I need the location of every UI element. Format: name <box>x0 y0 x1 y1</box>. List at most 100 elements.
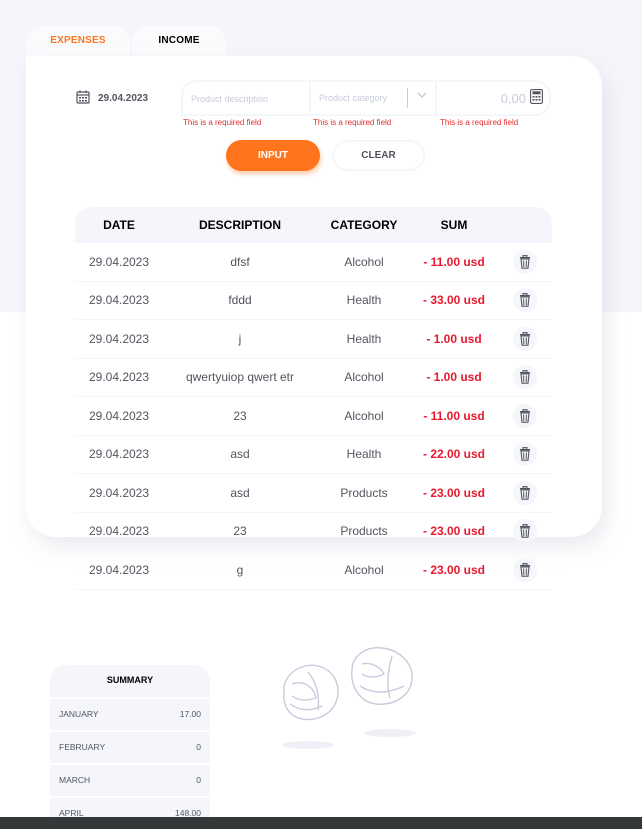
chevron-down-icon[interactable] <box>417 90 427 103</box>
cell-category: Health <box>346 293 382 308</box>
cell-sum: - 11.00 usd <box>423 254 485 269</box>
table-row: 29.04.2023 asd Products - 23.00 usd <box>75 474 552 513</box>
trash-icon[interactable] <box>513 519 537 544</box>
description-input[interactable]: Product description <box>183 82 311 114</box>
cell-category: Health <box>346 447 382 462</box>
table-row: 29.04.2023 g Alcohol - 23.00 usd <box>75 551 552 590</box>
summary-month: FEBRUARY <box>59 741 106 752</box>
clear-button[interactable]: CLEAR <box>332 140 425 171</box>
cell-date: 29.04.2023 <box>88 331 150 346</box>
cell-sum: - 11.00 usd <box>423 408 485 423</box>
table-row: 29.04.2023 fddd Health - 33.00 usd <box>75 282 552 320</box>
summary-value: 0 <box>196 741 201 752</box>
cell-date: 29.04.2023 <box>88 447 150 462</box>
cell-date: 29.04.2023 <box>88 485 150 500</box>
cell-sum: - 33.00 usd <box>422 293 486 308</box>
summary-value: 0 <box>196 774 201 785</box>
table-row: 29.04.2023 23 Products - 23.00 usd <box>75 513 552 551</box>
cell-actions <box>499 326 551 351</box>
trash-icon[interactable] <box>513 480 537 505</box>
cell-description: qwertyuiop qwert etr <box>185 370 295 385</box>
description-error: This is a required field <box>183 118 262 127</box>
header-sum: SUM <box>440 218 468 232</box>
summary-panel: SUMMARY JANUARY 17.00 FEBRUARY 0 MARCH 0 AP… <box>50 665 210 829</box>
cell-actions <box>499 557 551 582</box>
header-category: CATEGORY <box>330 218 398 232</box>
date-value: 29.04.2023 <box>98 93 149 104</box>
cell-description: 23 <box>233 524 247 539</box>
cell-actions <box>499 288 551 313</box>
sum-error: This is a required field <box>440 118 519 127</box>
cell-actions <box>499 365 551 390</box>
summary-month: MARCH <box>59 774 91 785</box>
cell-actions <box>499 442 551 467</box>
cell-actions <box>499 480 551 505</box>
cell-category: Products <box>340 485 388 500</box>
cell-date: 29.04.2023 <box>88 408 150 423</box>
category-placeholder: Product category <box>319 93 388 103</box>
cell-description: 23 <box>233 408 247 423</box>
category-divider <box>407 88 408 108</box>
cell-actions <box>499 403 551 428</box>
cell-date: 29.04.2023 <box>88 524 150 539</box>
cabbage-illustration <box>272 640 422 755</box>
cell-date: 29.04.2023 <box>88 293 150 308</box>
cell-description: j <box>238 331 242 346</box>
tab-expenses[interactable]: EXPENSES <box>26 26 130 60</box>
category-error: This is a required field <box>313 118 392 127</box>
cell-sum: - 1.00 usd <box>426 370 482 385</box>
cell-description: dfsf <box>230 254 250 269</box>
cell-category: Products <box>340 524 388 539</box>
taskbar <box>0 817 642 829</box>
tab-income[interactable]: INCOME <box>132 26 226 60</box>
cell-description: asd <box>230 447 250 462</box>
cell-category: Alcohol <box>344 370 384 385</box>
summary-month: JANUARY <box>59 708 99 719</box>
summary-row: JANUARY 17.00 <box>50 697 210 728</box>
sum-input[interactable]: 0,00 <box>437 82 549 114</box>
table-row: 29.04.2023 23 Alcohol - 11.00 usd <box>75 397 552 436</box>
cell-category: Health <box>346 331 382 346</box>
trash-icon[interactable] <box>513 288 537 313</box>
cell-date: 29.04.2023 <box>88 370 150 385</box>
sum-placeholder: 0,00 <box>500 90 526 106</box>
cell-date: 29.04.2023 <box>88 254 150 269</box>
cell-category: Alcohol <box>344 562 384 577</box>
calculator-icon[interactable] <box>530 89 543 107</box>
expense-form: Product description Product category 0,0… <box>181 80 551 116</box>
input-button[interactable]: INPUT <box>226 140 320 171</box>
cell-category: Alcohol <box>344 254 384 269</box>
trash-icon[interactable] <box>513 403 537 428</box>
cell-description: asd <box>230 485 250 500</box>
cell-category: Alcohol <box>344 408 384 423</box>
trash-icon[interactable] <box>513 249 537 274</box>
cell-sum: - 23.00 usd <box>422 562 486 577</box>
header-description: DESCRIPTION <box>198 218 281 232</box>
summary-value: 148.00 <box>175 807 201 818</box>
trash-icon[interactable] <box>513 365 537 390</box>
summary-value: 17.00 <box>179 708 201 719</box>
table-row: 29.04.2023 dfsf Alcohol - 11.00 usd <box>75 243 552 282</box>
cell-description: fddd <box>228 293 252 308</box>
category-select[interactable]: Product category <box>311 82 437 114</box>
date-picker[interactable]: 29.04.2023 <box>76 90 148 107</box>
calendar-icon <box>76 90 90 107</box>
cell-description: g <box>236 562 244 577</box>
table-row: 29.04.2023 qwertyuiop qwert etr Alcohol - 1… <box>75 359 552 397</box>
table-row: 29.04.2023 j Health - 1.00 usd <box>75 320 552 359</box>
cell-actions <box>499 249 551 274</box>
cell-date: 29.04.2023 <box>88 562 150 577</box>
table-row: 29.04.2023 asd Health - 22.00 usd <box>75 436 552 474</box>
cell-sum: - 23.00 usd <box>422 524 486 539</box>
transactions-table: DATE DESCRIPTION CATEGORY SUM 29.04.2023… <box>75 207 552 590</box>
trash-icon[interactable] <box>513 557 537 582</box>
trash-icon[interactable] <box>513 326 537 351</box>
cell-sum: - 22.00 usd <box>422 447 486 462</box>
summary-row: MARCH 0 <box>50 763 210 794</box>
trash-icon[interactable] <box>513 442 537 467</box>
summary-month: APRIL <box>59 807 84 818</box>
table-header: DATE DESCRIPTION CATEGORY SUM <box>75 207 552 243</box>
header-date: DATE <box>103 218 135 232</box>
cell-sum: - 23.00 usd <box>422 485 486 500</box>
summary-title: SUMMARY <box>106 675 154 685</box>
